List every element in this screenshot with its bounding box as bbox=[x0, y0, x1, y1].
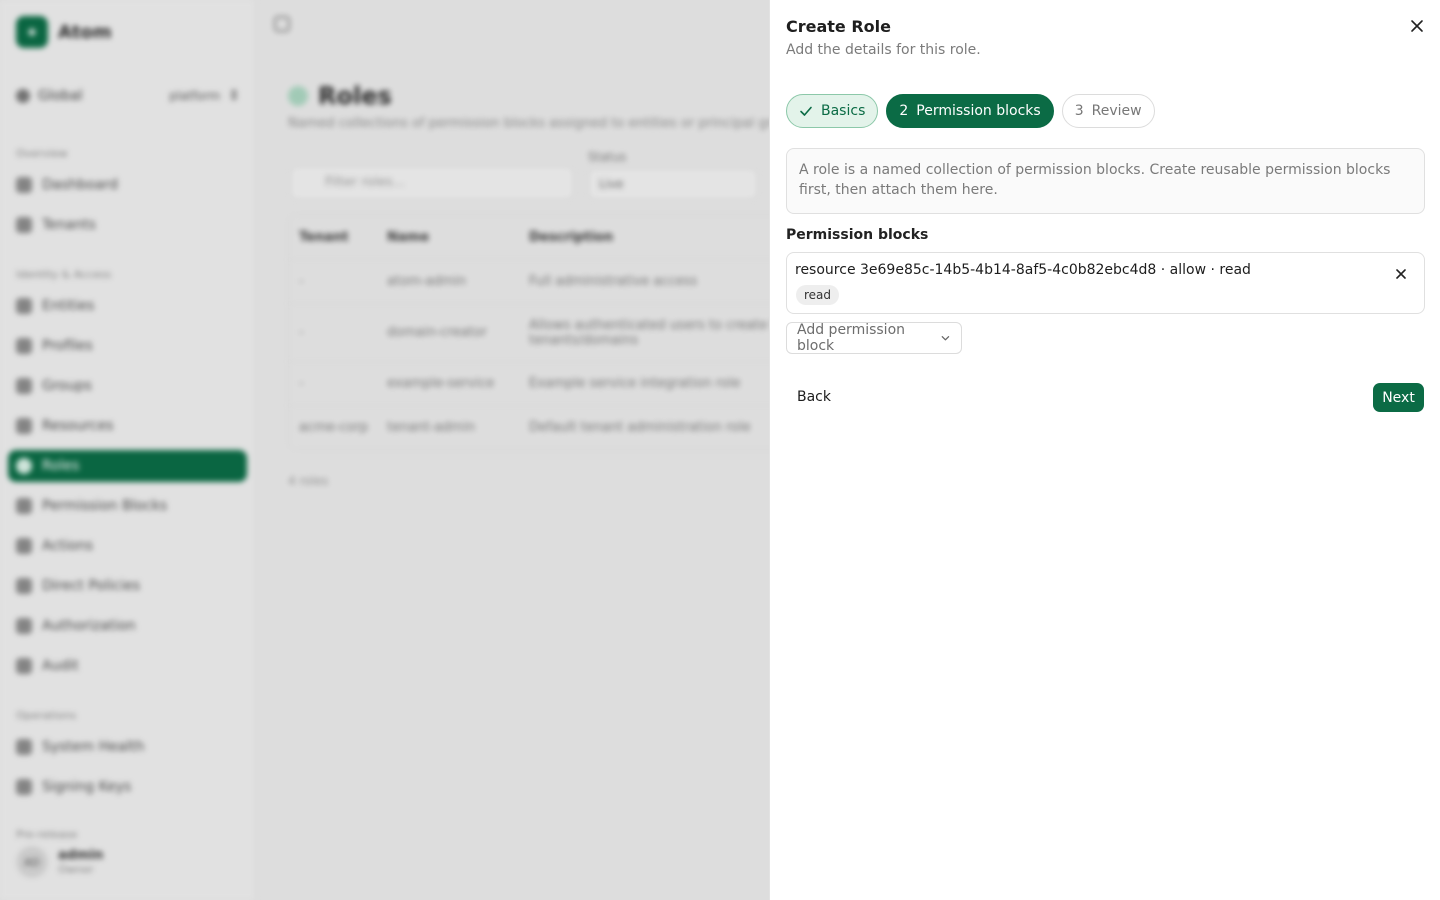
permission-block-item: resource 3e69e85c-14b5-4b14-8af5-4c0b82e… bbox=[786, 252, 1425, 314]
step-basics[interactable]: Basics bbox=[786, 94, 879, 128]
add-permission-block-button[interactable]: Add permission block bbox=[786, 322, 962, 354]
remove-block-button[interactable] bbox=[1393, 266, 1409, 282]
next-button[interactable]: Next bbox=[1373, 383, 1424, 412]
close-button[interactable] bbox=[1407, 16, 1427, 36]
step-number: 3 bbox=[1074, 103, 1084, 119]
step-number: 2 bbox=[899, 103, 909, 119]
step-permission-blocks[interactable]: 2 Permission blocks bbox=[886, 94, 1054, 128]
chevron-down-icon bbox=[941, 336, 950, 341]
panel-title: Create Role bbox=[786, 17, 891, 36]
info-callout: A role is a named collection of permissi… bbox=[786, 148, 1425, 214]
step-label: Review bbox=[1091, 103, 1142, 119]
close-icon bbox=[1396, 269, 1406, 279]
permission-block-summary: resource 3e69e85c-14b5-4b14-8af5-4c0b82e… bbox=[795, 262, 1251, 278]
step-label: Permission blocks bbox=[916, 103, 1041, 119]
back-button[interactable]: Back bbox=[786, 382, 842, 412]
panel-subtitle: Add the details for this role. bbox=[786, 42, 981, 58]
create-role-panel: Create Role Add the details for this rol… bbox=[769, 0, 1440, 900]
close-icon bbox=[1411, 20, 1423, 32]
step-label: Basics bbox=[821, 103, 866, 119]
stepper: Basics 2 Permission blocks 3 Review bbox=[786, 94, 1155, 128]
permission-blocks-label: Permission blocks bbox=[786, 227, 929, 243]
action-badge: read bbox=[796, 285, 840, 305]
add-permission-block-label: Add permission block bbox=[797, 322, 906, 354]
step-review[interactable]: 3 Review bbox=[1061, 94, 1155, 128]
check-icon bbox=[800, 106, 812, 116]
